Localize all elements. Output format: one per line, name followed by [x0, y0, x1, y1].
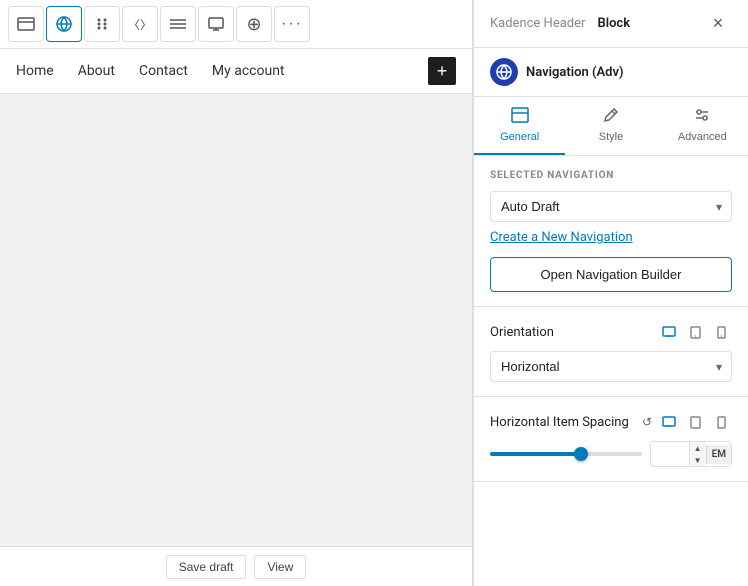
- add-toolbar-btn[interactable]: ⊕: [236, 6, 272, 42]
- general-tab-icon: [511, 107, 529, 128]
- panel-content: SELECTED NAVIGATION Auto Draft Primary N…: [474, 156, 748, 586]
- nav-item-myaccount[interactable]: My account: [212, 63, 285, 79]
- more-toolbar-btn[interactable]: ···: [274, 6, 310, 42]
- orientation-section: Orientation: [474, 307, 748, 397]
- tab-advanced-label: Advanced: [678, 131, 727, 143]
- nav-add-button[interactable]: +: [428, 57, 456, 85]
- editor-canvas: [0, 94, 472, 546]
- nav-item-home[interactable]: Home: [16, 63, 54, 79]
- editor-bottom: Save draft View: [0, 546, 472, 586]
- slider-spinners: ▲ ▼: [689, 442, 706, 466]
- orientation-row: Orientation: [490, 321, 732, 343]
- navigation-toolbar-btn[interactable]: [46, 6, 82, 42]
- tab-style-label: Style: [599, 131, 623, 143]
- align-toolbar-btn[interactable]: [160, 6, 196, 42]
- right-panel: Kadence Header Block × Navigation (Adv) …: [473, 0, 748, 586]
- panel-header: Kadence Header Block ×: [474, 0, 748, 48]
- style-tab-icon: [603, 107, 619, 128]
- mobile-spacing-icon[interactable]: [710, 411, 732, 433]
- tab-style[interactable]: Style: [565, 97, 656, 155]
- advanced-tab-icon: [694, 107, 710, 128]
- preview-toolbar-btn[interactable]: [198, 6, 234, 42]
- desktop-orientation-icon[interactable]: [658, 321, 680, 343]
- code-toolbar-btn[interactable]: 〈〉: [122, 6, 158, 42]
- tab-general[interactable]: General: [474, 97, 565, 155]
- spacing-device-icons: [658, 411, 732, 433]
- unit-badge[interactable]: EM: [706, 445, 731, 464]
- mobile-orientation-icon[interactable]: [710, 321, 732, 343]
- selected-navigation-label: SELECTED NAVIGATION: [490, 170, 732, 181]
- spacing-section: Horizontal Item Spacing ↺: [474, 397, 748, 482]
- view-button[interactable]: View: [254, 555, 306, 579]
- nav-item-about[interactable]: About: [78, 63, 115, 79]
- drag-toolbar-btn[interactable]: [84, 6, 120, 42]
- panel-tabs: General Style Advanced: [474, 97, 748, 156]
- spinner-down-button[interactable]: ▼: [690, 454, 706, 466]
- nav-preview: Home About Contact My account +: [0, 49, 472, 94]
- kadence-header-label: Kadence Header: [490, 16, 585, 31]
- slider-input-wrapper: ▲ ▼ EM: [650, 441, 732, 467]
- more-icon: ···: [281, 15, 303, 33]
- orientation-device-icons: [658, 321, 732, 343]
- navigation-select[interactable]: Auto Draft Primary Navigation Secondary …: [490, 191, 732, 222]
- open-navigation-builder-button[interactable]: Open Navigation Builder: [490, 257, 732, 292]
- slider-row: ▲ ▼ EM: [490, 441, 732, 467]
- code-icon: 〈〉: [128, 16, 152, 33]
- desktop-spacing-icon[interactable]: [658, 411, 680, 433]
- editor-area: 〈〉 ⊕ ··· Home About Contact My acco: [0, 0, 473, 586]
- toolbar: 〈〉 ⊕ ···: [0, 0, 472, 49]
- create-navigation-link[interactable]: Create a New Navigation: [490, 230, 633, 245]
- reset-icon[interactable]: ↺: [642, 415, 652, 429]
- spacing-row: Horizontal Item Spacing ↺: [490, 411, 732, 433]
- block-title-row: Navigation (Adv): [474, 48, 748, 97]
- navigation-select-wrapper: Auto Draft Primary Navigation Secondary …: [490, 191, 732, 222]
- spacing-value-input[interactable]: [651, 443, 689, 465]
- tab-advanced[interactable]: Advanced: [657, 97, 748, 155]
- slider-thumb[interactable]: [574, 447, 588, 461]
- orientation-label: Orientation: [490, 325, 554, 340]
- spinner-up-button[interactable]: ▲: [690, 442, 706, 454]
- orientation-select[interactable]: Horizontal Vertical: [490, 351, 732, 382]
- block-label: Block: [597, 16, 704, 31]
- layout-toolbar-btn[interactable]: [8, 6, 44, 42]
- tablet-spacing-icon[interactable]: [684, 411, 706, 433]
- selected-navigation-section: SELECTED NAVIGATION Auto Draft Primary N…: [474, 156, 748, 307]
- block-icon: [490, 58, 518, 86]
- save-draft-button[interactable]: Save draft: [166, 555, 247, 579]
- block-title-text: Navigation (Adv): [526, 65, 624, 80]
- spacing-label: Horizontal Item Spacing: [490, 415, 636, 430]
- close-button[interactable]: ×: [704, 10, 732, 38]
- slider-track[interactable]: [490, 452, 642, 456]
- slider-fill: [490, 452, 581, 456]
- tab-general-label: General: [500, 131, 539, 143]
- nav-item-contact[interactable]: Contact: [139, 63, 188, 79]
- add-icon: ⊕: [246, 14, 261, 35]
- tablet-orientation-icon[interactable]: [684, 321, 706, 343]
- orientation-select-wrapper: Horizontal Vertical ▾: [490, 351, 732, 382]
